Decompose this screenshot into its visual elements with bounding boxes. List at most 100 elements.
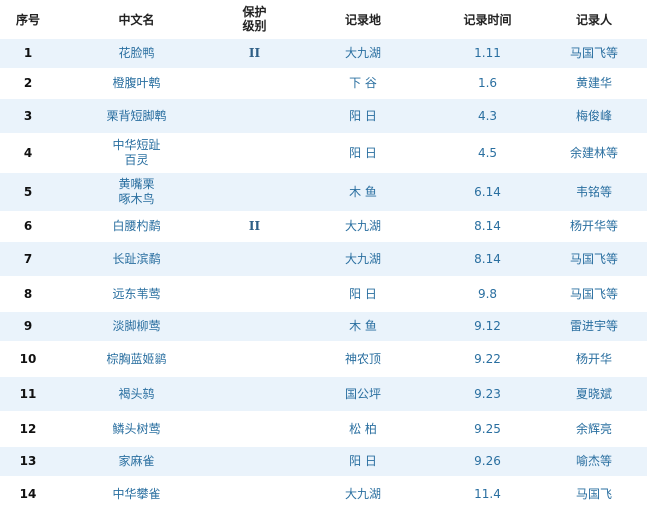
cell-name-line: 鳞头树莺: [56, 422, 217, 437]
cell-recorder: 马国飞等: [541, 39, 647, 69]
cell-time: 9.26: [434, 447, 541, 477]
cell-name-line: 棕胸蓝姬鹟: [56, 352, 217, 367]
cell-level: II: [217, 212, 292, 242]
table-row: 11褐头鸫国公坪9.23夏晓斌: [0, 377, 647, 412]
table-row: 4中华短趾百灵阳 日4.5余建林等: [0, 134, 647, 173]
table-row: 10棕胸蓝姬鹟 神农顶9.22杨开华: [0, 342, 647, 377]
header-location: 记录地: [292, 0, 434, 39]
cell-recorder: 马国飞等: [541, 277, 647, 312]
cell-name-line: 花脸鸭: [56, 46, 217, 61]
header-level-line2: 级别: [217, 19, 292, 33]
cell-level: [217, 99, 292, 134]
cell-no: 9: [0, 312, 56, 342]
cell-location: 大九湖: [292, 39, 434, 69]
cell-recorder: 喻杰等: [541, 447, 647, 477]
header-name: 中文名: [56, 0, 217, 39]
cell-recorder: 杨开华: [541, 342, 647, 377]
table-row: 9淡脚柳莺木 鱼9.12雷进宇等: [0, 312, 647, 342]
cell-level: [217, 312, 292, 342]
cell-location: 下 谷: [292, 69, 434, 99]
cell-name: 家麻雀: [56, 447, 217, 477]
cell-time: 8.14: [434, 212, 541, 242]
cell-name-line: 橙腹叶鹎: [56, 76, 217, 91]
table-row: 7长趾滨鹬大九湖8.14马国飞等: [0, 242, 647, 277]
cell-level: [217, 242, 292, 277]
cell-name-line: 啄木鸟: [56, 192, 217, 207]
table-header: 序号 中文名 保护 级别 记录地 记录时间 记录人: [0, 0, 647, 39]
cell-location: 大九湖: [292, 477, 434, 511]
cell-location: 大九湖: [292, 212, 434, 242]
cell-location: 神农顶: [292, 342, 434, 377]
cell-name: 褐头鸫: [56, 377, 217, 412]
table-row: 8远东苇莺 阳 日9.8马国飞等: [0, 277, 647, 312]
cell-time: 1.6: [434, 69, 541, 99]
cell-time: 6.14: [434, 173, 541, 212]
table-row: 6白腰杓鹬II大九湖8.14杨开华等: [0, 212, 647, 242]
cell-time: 8.14: [434, 242, 541, 277]
cell-name-line: 黄嘴栗: [56, 177, 217, 192]
cell-name: 白腰杓鹬: [56, 212, 217, 242]
cell-name-line: 中华短趾: [56, 138, 217, 153]
cell-location: 国公坪: [292, 377, 434, 412]
cell-no: 14: [0, 477, 56, 511]
cell-time: 11.4: [434, 477, 541, 511]
cell-location: 阳 日: [292, 277, 434, 312]
cell-level: [217, 412, 292, 447]
cell-level: [217, 342, 292, 377]
cell-location: 木 鱼: [292, 312, 434, 342]
cell-name: 栗背短脚鹎: [56, 99, 217, 134]
cell-name: 中华短趾百灵: [56, 134, 217, 173]
cell-time: 9.22: [434, 342, 541, 377]
cell-name: 橙腹叶鹎: [56, 69, 217, 99]
cell-no: 8: [0, 277, 56, 312]
cell-time: 9.8: [434, 277, 541, 312]
table-row: 13家麻雀阳 日9.26喻杰等: [0, 447, 647, 477]
header-no: 序号: [0, 0, 56, 39]
cell-no: 10: [0, 342, 56, 377]
table-row: 12鳞头树莺松 柏9.25余辉亮: [0, 412, 647, 447]
cell-time: 1.11: [434, 39, 541, 69]
cell-name-line: 远东苇莺: [56, 287, 217, 302]
cell-name-line: 长趾滨鹬: [56, 252, 217, 267]
cell-time: 4.3: [434, 99, 541, 134]
cell-no: 3: [0, 99, 56, 134]
cell-level: II: [217, 39, 292, 69]
cell-name-line: 白腰杓鹬: [56, 219, 217, 234]
cell-level: [217, 173, 292, 212]
cell-no: 6: [0, 212, 56, 242]
cell-name: 花脸鸭: [56, 39, 217, 69]
cell-name: 淡脚柳莺: [56, 312, 217, 342]
cell-level: [217, 134, 292, 173]
header-level: 保护 级别: [217, 0, 292, 39]
cell-recorder: 余辉亮: [541, 412, 647, 447]
table-row: 5黄嘴栗啄木鸟木 鱼6.14韦铭等: [0, 173, 647, 212]
cell-recorder: 马国飞等: [541, 242, 647, 277]
cell-recorder: 黄建华: [541, 69, 647, 99]
cell-name: 鳞头树莺: [56, 412, 217, 447]
header-recorder: 记录人: [541, 0, 647, 39]
cell-name-line: 家麻雀: [56, 454, 217, 469]
cell-recorder: 余建林等: [541, 134, 647, 173]
cell-recorder: 夏晓斌: [541, 377, 647, 412]
cell-location: 阳 日: [292, 99, 434, 134]
header-row: 序号 中文名 保护 级别 记录地 记录时间 记录人: [0, 0, 647, 39]
cell-location: 阳 日: [292, 134, 434, 173]
cell-location: 阳 日: [292, 447, 434, 477]
cell-level: [217, 277, 292, 312]
cell-name: 长趾滨鹬: [56, 242, 217, 277]
table-row: 3栗背短脚鹎阳 日4.3梅俊峰: [0, 99, 647, 134]
cell-name-line: 褐头鸫: [56, 387, 217, 402]
cell-name: 远东苇莺: [56, 277, 217, 312]
cell-level: [217, 477, 292, 511]
cell-no: 4: [0, 134, 56, 173]
cell-time: 9.23: [434, 377, 541, 412]
cell-name: 中华攀雀: [56, 477, 217, 511]
cell-level: [217, 447, 292, 477]
cell-recorder: 杨开华等: [541, 212, 647, 242]
cell-no: 5: [0, 173, 56, 212]
table-body: 1花脸鸭II大九湖1.11马国飞等2橙腹叶鹎下 谷1.6黄建华3栗背短脚鹎阳 日…: [0, 39, 647, 511]
cell-name-line: 百灵: [56, 153, 217, 168]
cell-name-line: 淡脚柳莺: [56, 319, 217, 334]
table-row: 14中华攀雀大九湖11.4马国飞: [0, 477, 647, 511]
header-time: 记录时间: [434, 0, 541, 39]
